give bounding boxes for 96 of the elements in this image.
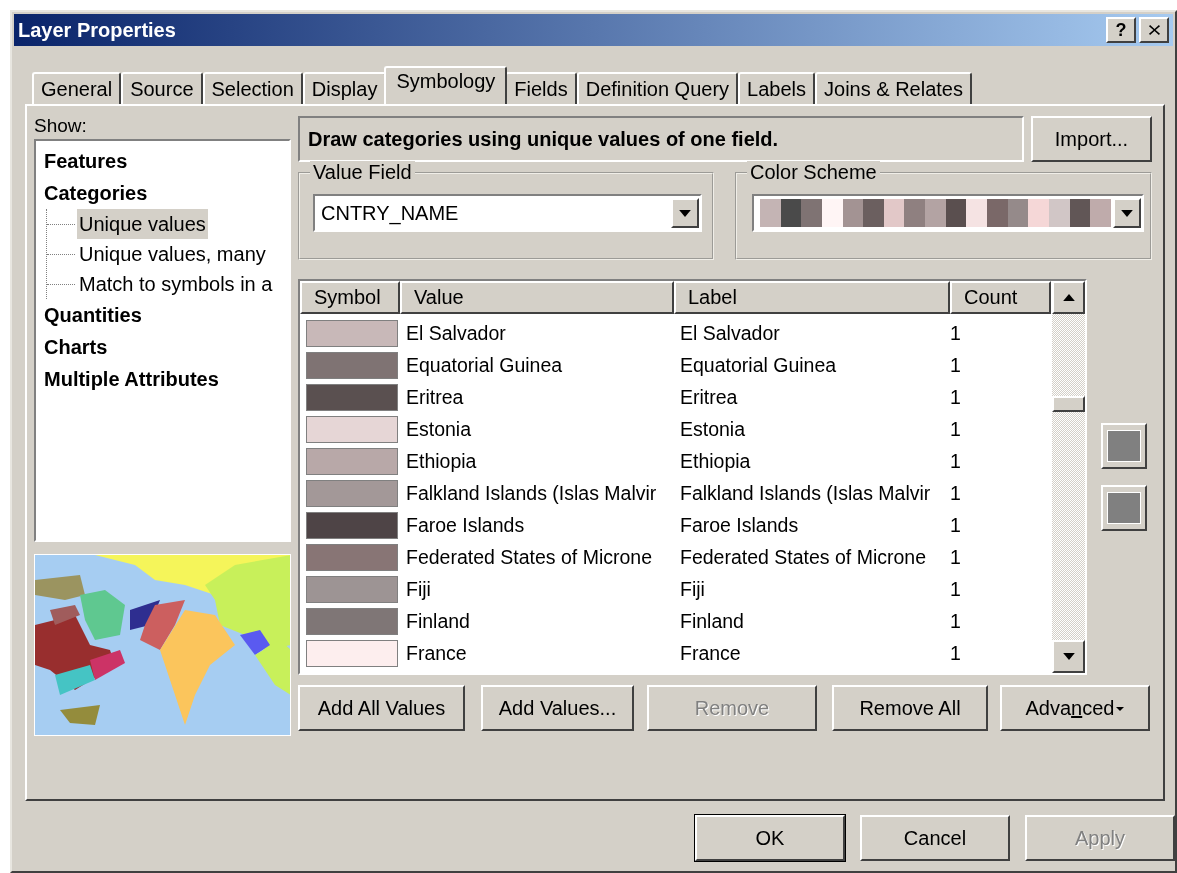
table-cell-text: 1 (950, 545, 962, 569)
up-arrow-icon (1062, 294, 1075, 301)
symbol-swatch[interactable] (306, 447, 398, 475)
tree-item[interactable]: Match to symbols in a (77, 269, 275, 299)
table-cell-text: Finland (405, 609, 471, 633)
table-cell-text: France (679, 641, 742, 665)
dropdown-value: CNTRY_NAME (320, 201, 460, 225)
tab[interactable]: Symbology (384, 66, 508, 104)
table-cell-text: Federated States of Microne (405, 545, 654, 569)
dropdown-button[interactable] (1113, 198, 1141, 228)
table-cell-text: Falkland Islands (Islas Malvir (679, 481, 932, 505)
tab[interactable]: Joins & Relates (815, 72, 972, 104)
symbol-swatch[interactable] (306, 639, 398, 667)
table-cell-text: France (405, 641, 468, 665)
table-cell-text: 1 (950, 481, 962, 505)
square-icon (1107, 492, 1141, 524)
symbol-swatch[interactable] (306, 543, 398, 571)
symbol-swatch[interactable] (306, 351, 398, 379)
ok-button[interactable]: OK (695, 815, 845, 861)
table-cell-text: Estonia (679, 417, 747, 441)
tab[interactable]: General (32, 72, 122, 104)
table-cell-text: Eritrea (405, 385, 465, 409)
column-header[interactable]: Label (674, 281, 950, 314)
tree-item[interactable]: Unique values, many (77, 239, 268, 269)
dropdown-button[interactable] (671, 198, 699, 228)
table-cell-text: 1 (950, 385, 962, 409)
remove-all-button[interactable]: Remove All (832, 685, 988, 731)
table-cell-text: 1 (950, 513, 962, 537)
symbol-swatch[interactable] (306, 383, 398, 411)
import-button[interactable]: Import... (1031, 116, 1152, 162)
symbol-swatch[interactable] (306, 319, 398, 347)
down-arrow-icon (1062, 653, 1075, 660)
tab[interactable]: Definition Query (576, 72, 739, 104)
symbol-swatch[interactable] (306, 575, 398, 603)
tree-item[interactable]: Categories (42, 177, 150, 209)
table-cell-text: Federated States of Microne (679, 545, 928, 569)
square-icon (1107, 430, 1141, 462)
table-cell-text: Fiji (679, 577, 706, 601)
scrollbar[interactable] (1052, 281, 1085, 673)
scroll-thumb[interactable] (1052, 396, 1085, 412)
table-cell-text: Eritrea (679, 385, 739, 409)
scroll-up-button[interactable] (1052, 281, 1085, 314)
table-cell-text: 1 (950, 577, 962, 601)
table-cell-text: 1 (950, 417, 962, 441)
window-title: Layer Properties (18, 18, 176, 42)
tab[interactable]: Fields (505, 72, 577, 104)
scroll-down-button[interactable] (1052, 640, 1085, 673)
symbol-swatch[interactable] (306, 607, 398, 635)
tab[interactable]: Display (302, 72, 387, 104)
column-header[interactable]: Value (400, 281, 674, 314)
value-field-dropdown[interactable]: CNTRY_NAME (313, 194, 702, 232)
tab[interactable]: Labels (738, 72, 816, 104)
add-values-button[interactable]: Add Values... (481, 685, 634, 731)
tree-item[interactable]: Features (42, 145, 130, 177)
table-cell-text: Faroe Islands (405, 513, 526, 537)
close-button[interactable] (1139, 17, 1169, 43)
table-cell-text: 1 (950, 449, 962, 473)
close-icon (1148, 25, 1160, 35)
table-cell-text: Estonia (405, 417, 473, 441)
table-cell-text: 1 (950, 353, 962, 377)
show-label: Show: (34, 116, 88, 136)
table-cell-text: 1 (950, 641, 962, 665)
cancel-button[interactable]: Cancel (860, 815, 1010, 861)
color-scheme-dropdown[interactable] (752, 194, 1144, 232)
tree-item[interactable]: Unique values (77, 209, 208, 239)
symbol-swatch[interactable] (306, 415, 398, 443)
symbol-swatch[interactable] (306, 479, 398, 507)
symbol-swatch[interactable] (306, 511, 398, 539)
description-text: Draw categories using unique values of one field. (298, 116, 1024, 162)
tree-item[interactable]: Quantities (42, 299, 144, 331)
help-button[interactable]: ? (1106, 17, 1136, 43)
tree-item[interactable]: Multiple Attributes (42, 363, 221, 395)
table-cell-text: Fiji (405, 577, 432, 601)
table-cell-text: Finland (679, 609, 745, 633)
table-cell-text: Equatorial Guinea (405, 353, 564, 377)
table-cell-text: El Salvador (679, 321, 781, 345)
tab[interactable]: Source (121, 72, 203, 104)
dropdown-arrow-icon (1121, 209, 1133, 217)
table-cell-text: Ethiopia (679, 449, 752, 473)
table-cell-text: Faroe Islands (679, 513, 800, 537)
tree-item[interactable]: Charts (42, 331, 110, 363)
advanced-button[interactable]: Advanced (1000, 685, 1150, 731)
column-header[interactable]: Count (950, 281, 1051, 314)
move-down-button[interactable] (1101, 485, 1147, 531)
table-cell-text: Falkland Islands (Islas Malvir (405, 481, 658, 505)
tab[interactable]: Selection (202, 72, 303, 104)
add-all-values-button[interactable]: Add All Values (298, 685, 465, 731)
move-up-button[interactable] (1101, 423, 1147, 469)
table-cell-text: Equatorial Guinea (679, 353, 838, 377)
table-cell-text: El Salvador (405, 321, 507, 345)
tree-view[interactable]: Features Categories Unique values Unique values, many Match to symbols in a Quantities Charts Multiple Attributes (34, 139, 291, 542)
column-header[interactable]: Symbol (300, 281, 400, 314)
table-cell-text: Ethiopia (405, 449, 478, 473)
dropdown-arrow-icon (679, 209, 691, 217)
table-cell-text: 1 (950, 609, 962, 633)
table-cell-text: 1 (950, 321, 962, 345)
